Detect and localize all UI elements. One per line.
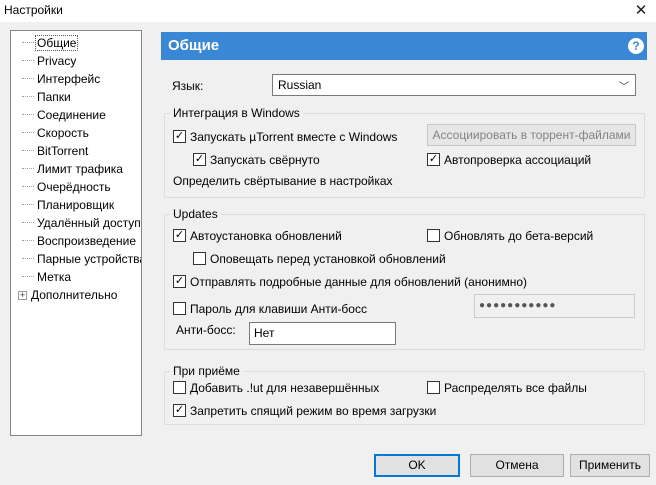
tree-item-remote[interactable]: Удалённый доступ [11,214,141,232]
checkbox-box[interactable]: ✓ [173,404,186,418]
on-download-legend: При приёме [170,364,243,378]
boss-key-label: Анти-босс: [176,323,236,337]
tree-item-folders[interactable]: Папки [11,88,72,106]
checkbox-box[interactable]: ✓ [173,130,186,144]
check-associations-checkbox[interactable]: ✓ Автопроверка ассоциаций [427,153,591,169]
apply-button[interactable]: Применить [570,454,650,477]
window-title: Настройки [4,3,63,17]
notify-before-checkbox[interactable]: Оповещать перед установкой обновлений [193,252,446,268]
tree-item-bittorrent[interactable]: BitTorrent [11,142,89,160]
auto-install-checkbox[interactable]: ✓ Автоустановка обновлений [173,229,342,245]
language-value: Russian [278,78,322,92]
tree-item-interface[interactable]: Интерфейс [11,70,101,88]
checkbox-box[interactable] [193,252,206,266]
prevent-sleep-checkbox[interactable]: ✓ Запретить спящий режим во время загрузк… [173,404,436,420]
checkbox-box[interactable] [427,381,440,395]
language-select[interactable]: Russian ﹀ [272,74,636,96]
tree-item-scheduler[interactable]: Планировщик [11,196,115,214]
boss-key-field[interactable]: Нет [249,322,396,345]
start-with-windows-checkbox[interactable]: ✓ Запускать µTorrent вместе с Windows [173,130,397,146]
tree-item-connection[interactable]: Соединение [11,106,107,124]
tree-item-privacy[interactable]: Privacy [11,52,77,70]
title-bar: Настройки ✕ [0,0,656,22]
updates-legend: Updates [170,207,221,221]
append-ut-checkbox[interactable]: Добавить .!ut для незавершённых [173,381,379,397]
language-label: Язык: [172,79,204,93]
tree-item-label[interactable]: Метка [11,268,72,286]
beta-updates-checkbox[interactable]: Обновлять до бета-версий [427,229,593,245]
settings-tree[interactable]: Общие Privacy Интерфейс Папки Соединение… [10,30,142,436]
tree-item-playback[interactable]: Воспроизведение [11,232,137,250]
cancel-button[interactable]: Отмена [470,454,564,477]
start-minimized-checkbox[interactable]: ✓ Запускать свёрнуто [193,153,320,169]
minimize-note: Определить свёртывание в настройках [173,174,393,188]
checkbox-box[interactable]: ✓ [193,153,206,167]
expand-icon[interactable]: + [18,291,27,301]
boss-password-checkbox[interactable]: Пароль для клавиши Анти-босс [173,302,367,318]
chevron-down-icon: ﹀ [619,82,629,93]
checkbox-box[interactable]: ✓ [173,229,186,243]
checkbox-box[interactable] [427,229,440,243]
tree-item-advanced[interactable]: + Дополнительно [11,286,118,304]
tree-item-traffic-limit[interactable]: Лимит трафика [11,160,124,178]
preallocate-checkbox[interactable]: Распределять все файлы [427,381,587,397]
checkbox-box[interactable]: ✓ [173,275,186,289]
tree-item-general[interactable]: Общие [11,34,79,52]
tree-item-queue[interactable]: Очерёдность [11,178,112,196]
checkbox-box[interactable]: ✓ [427,153,440,167]
checkbox-box[interactable] [173,302,186,316]
send-data-checkbox[interactable]: ✓ Отправлять подробные данные для обновле… [173,275,527,291]
page-header: Общие ? [161,32,647,60]
associate-button[interactable]: Ассоциировать в торрент-файлами [427,124,636,146]
page-title: Общие [168,37,220,54]
tree-item-speed[interactable]: Скорость [11,124,90,142]
boss-password-field[interactable]: ●●●●●●●●●●● [474,294,635,318]
close-icon[interactable]: ✕ [626,0,656,22]
windows-integration-legend: Интеграция в Windows [170,106,303,120]
ok-button[interactable]: OK [374,454,460,477]
tree-item-paired-devices[interactable]: Парные устройства [11,250,141,268]
checkbox-box[interactable] [173,381,186,395]
help-icon[interactable]: ? [628,38,644,54]
